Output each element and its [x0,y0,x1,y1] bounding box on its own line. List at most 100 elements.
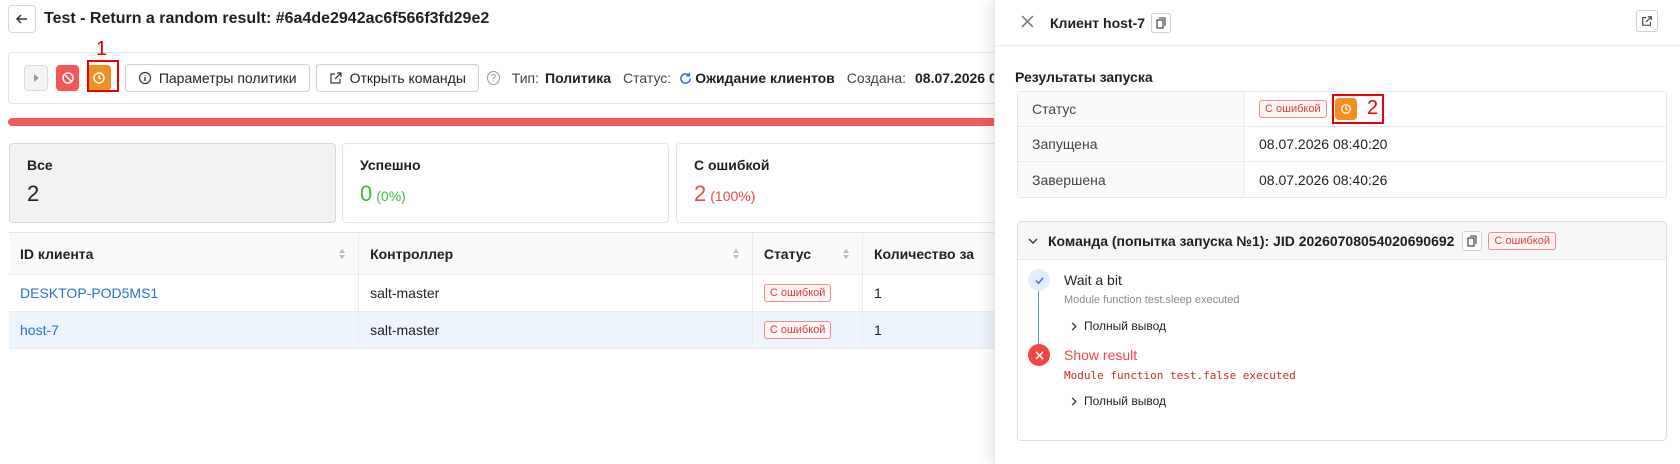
info-key: Запущена [1018,127,1245,161]
stat-title: С ошибкой [694,157,770,173]
stat-card-all[interactable]: Все 2 [9,143,336,223]
stop-button[interactable] [55,65,80,91]
step-connector [1038,282,1039,344]
highlight-number-1: 1 [96,38,108,60]
status-badge: С ошибкой [1259,100,1327,118]
clients-table: ID клиента Контроллер Статус Количество … [9,232,1009,349]
drawer-title: Клиент host-7 [1050,14,1146,31]
full-output-label: Полный вывод [1084,319,1166,333]
column-header-label: ID клиента [20,245,94,262]
stat-card-error[interactable]: С ошибкой 2 (100%) [676,143,1016,223]
client-id-link[interactable]: host-7 [20,322,59,338]
full-output-toggle[interactable]: Полный вывод [1070,319,1166,333]
column-header-status[interactable]: Статус [753,233,863,274]
open-commands-button[interactable]: Открыть команды [315,64,479,92]
stat-value: 2 (100%) [694,181,998,207]
check-icon [1028,269,1050,291]
highlight-box-1 [87,60,119,92]
count-cell: 1 [873,322,882,338]
column-header-client-id[interactable]: ID клиента [9,233,360,274]
sort-icon[interactable] [338,248,346,260]
status-badge: С ошибкой [763,321,832,339]
section-title: Результаты запуска [1015,69,1153,85]
table-row[interactable]: DESKTOP-POD5MS1 salt-master С ошибкой 1 [9,275,1009,312]
back-arrow-icon [15,14,27,24]
info-icon [138,71,151,85]
help-icon[interactable]: ? [486,71,500,85]
info-value: 08.07.2026 08:40:26 [1259,171,1388,188]
count-cell: 1 [873,285,882,301]
chevron-down-icon[interactable] [1028,236,1038,246]
table-row[interactable]: host-7 salt-master С ошибкой 1 [9,312,1009,349]
policy-params-button[interactable]: Параметры политики [124,64,310,92]
step-description: Module function test.sleep executed [1064,294,1240,306]
stat-title: Успешно [360,157,421,173]
stat-count: 2 [694,181,707,206]
open-external-icon [1642,16,1652,26]
copy-icon [1156,16,1166,29]
sort-icon[interactable] [842,248,850,260]
run-toolbar: Параметры политики Открыть команды ? Тип… [8,52,1018,104]
column-header-label: Количество за [873,245,975,262]
info-key: Завершена [1018,162,1245,197]
info-key: Статус [1018,92,1245,126]
copy-button[interactable] [1151,12,1172,33]
created-label: Создана: [846,70,907,86]
type-value: Политика [545,70,612,86]
column-header-label: Статус [763,245,812,262]
open-external-icon [329,72,342,84]
back-button[interactable] [8,5,36,33]
policy-params-label: Параметры политики [158,70,297,86]
full-output-label: Полный вывод [1084,394,1166,408]
copy-icon [1467,234,1477,247]
cross-icon [1028,344,1050,366]
close-icon[interactable] [1021,15,1034,31]
chevron-right-icon [1071,321,1077,331]
page-header: Test - Return a random result: #6a4de294… [8,4,489,34]
stat-card-success[interactable]: Успешно 0 (0%) [342,143,669,223]
controller-cell: salt-master [370,322,440,338]
status-value: Ожидание клиентов [695,70,835,86]
sort-icon[interactable] [732,248,740,260]
stat-percent: (100%) [710,188,756,204]
highlight-number-2: 2 [1367,97,1379,119]
column-header-controller[interactable]: Контроллер [359,233,753,274]
command-status-badge: С ошибкой [1488,231,1557,250]
stat-title: Все [27,157,53,173]
stat-value: 0 (0%) [360,181,651,207]
command-title: Команда (попытка запуска №1): JID 202607… [1048,232,1455,249]
column-header-count[interactable]: Количество за [863,233,1009,274]
stat-percent: (0%) [376,188,406,204]
page-title: Test - Return a random result: #6a4de294… [44,10,490,27]
step-description: Module function test.false executed [1064,369,1296,382]
policy-run-page: Test - Return a random result: #6a4de294… [0,0,1018,464]
stat-value: 2 [27,181,40,206]
block-icon [61,72,74,84]
info-row-finished: Завершена 08.07.2026 08:40:26 [1018,162,1666,197]
step-name: Show result [1064,347,1138,363]
chevron-right-icon [1071,396,1077,406]
open-external-button[interactable] [1636,10,1658,32]
command-panel: Команда (попытка запуска №1): JID 202607… [1017,221,1667,441]
step-name: Wait a bit [1064,272,1122,288]
info-row-started: Запущена 08.07.2026 08:40:20 [1018,127,1666,162]
controller-cell: salt-master [370,285,440,301]
progress-bar [8,118,1018,126]
refresh-spinner-icon [679,72,692,85]
column-header-label: Контроллер [370,245,454,262]
type-label: Тип: [511,70,540,86]
command-header[interactable]: Команда (попытка запуска №1): JID 202607… [1018,222,1666,260]
play-icon [33,74,39,82]
full-output-toggle[interactable]: Полный вывод [1070,394,1166,408]
table-header-row: ID клиента Контроллер Статус Количество … [9,233,1009,275]
status-label: Статус: [623,70,672,86]
open-commands-label: Открыть команды [349,70,466,86]
drawer-header: Клиент host-7 [995,0,1680,46]
client-id-link[interactable]: DESKTOP-POD5MS1 [20,285,158,301]
copy-button[interactable] [1462,230,1483,251]
info-value: 08.07.2026 08:40:20 [1259,136,1388,152]
run-button[interactable] [24,65,48,91]
stat-count: 0 [360,181,373,206]
client-drawer: Клиент host-7 Результаты запуска Статус … [994,0,1680,464]
status-badge: С ошибкой [763,284,832,302]
